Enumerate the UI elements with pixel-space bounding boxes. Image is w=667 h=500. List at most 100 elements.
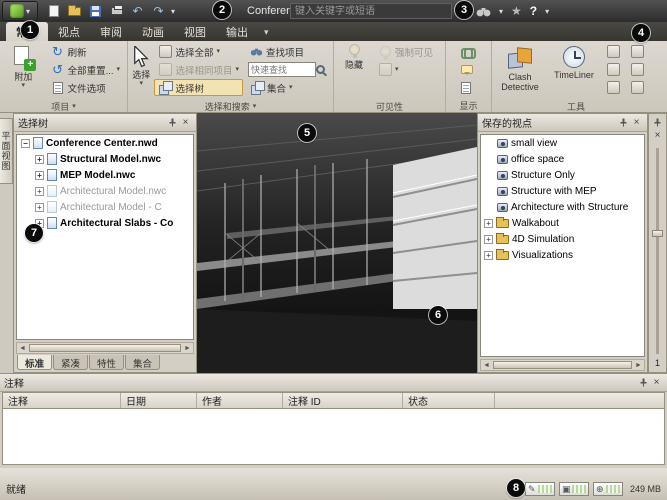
timeliner-button[interactable]: TimeLiner: [548, 43, 600, 98]
clash-detective-button[interactable]: Clash Detective: [495, 43, 545, 98]
column-comment-id[interactable]: 注释 ID: [283, 393, 403, 408]
scroll-left-icon[interactable]: ◄: [17, 345, 28, 352]
quick-properties-button[interactable]: [457, 61, 480, 78]
tab-output[interactable]: 输出: [216, 22, 258, 41]
viewpoint-item[interactable]: Architecture with Structure: [481, 199, 644, 215]
viewpoint-item[interactable]: office space: [481, 151, 644, 167]
hide-unselected-button[interactable]: ▾: [374, 61, 437, 78]
select-same-button[interactable]: 选择相同项目 ▾: [154, 61, 243, 78]
close-icon[interactable]: ×: [651, 129, 664, 142]
expand-icon[interactable]: +: [484, 235, 493, 244]
panel-project-launcher[interactable]: 项目 ▾: [0, 100, 127, 113]
close-icon[interactable]: ×: [179, 116, 192, 129]
favorites-star-icon[interactable]: ★: [511, 4, 522, 18]
expand-icon[interactable]: +: [35, 187, 44, 196]
viewpoint-item[interactable]: small view: [481, 135, 644, 151]
panel-tools-launcher[interactable]: 工具: [492, 100, 660, 113]
pin-icon[interactable]: [637, 376, 650, 389]
tree-item[interactable]: + MEP Model.nwc: [17, 167, 193, 183]
tab-sets[interactable]: 集合: [125, 355, 160, 370]
quick-find-input[interactable]: [248, 62, 316, 77]
open-button[interactable]: [66, 3, 83, 20]
search-options-caret-icon[interactable]: ▾: [499, 7, 503, 16]
plan-view-tab[interactable]: 平面视图: [0, 118, 13, 184]
links-button[interactable]: [457, 43, 480, 60]
pin-icon[interactable]: [617, 116, 630, 129]
column-comment[interactable]: 注释: [3, 393, 121, 408]
scroll-left-icon[interactable]: ◄: [481, 362, 492, 369]
tab-animation[interactable]: 动画: [132, 22, 174, 41]
tools-small-button-1[interactable]: [603, 43, 624, 60]
viewport[interactable]: [197, 113, 477, 373]
viewpoint-item[interactable]: Structure with MEP: [481, 183, 644, 199]
scroll-right-icon[interactable]: ►: [633, 362, 644, 369]
expand-icon[interactable]: +: [35, 171, 44, 180]
sets-button[interactable]: 集合 ▾: [246, 79, 330, 96]
scroll-thumb[interactable]: [29, 344, 181, 352]
redo-button[interactable]: ↷: [150, 3, 167, 20]
selection-tree-button[interactable]: 选择树: [154, 79, 243, 96]
tools-small-button-2[interactable]: [603, 61, 624, 78]
tree-item[interactable]: + Architectural Model - C: [17, 199, 193, 215]
application-menu-button[interactable]: ▾: [2, 1, 38, 21]
tools-small-button-5[interactable]: [627, 61, 648, 78]
properties-button[interactable]: [457, 79, 480, 96]
qat-customize-caret-icon[interactable]: ▾: [171, 7, 175, 16]
expand-icon[interactable]: +: [484, 219, 493, 228]
tilt-slider[interactable]: [656, 148, 659, 354]
refresh-button[interactable]: ↻ 刷新: [47, 43, 124, 60]
close-icon[interactable]: ×: [650, 376, 663, 389]
panel-display-launcher[interactable]: 显示: [446, 99, 491, 112]
close-icon[interactable]: ×: [630, 116, 643, 129]
help-button[interactable]: ?: [530, 4, 537, 18]
find-items-button[interactable]: 查找项目: [246, 43, 330, 60]
infocenter-search-input[interactable]: [290, 3, 452, 19]
select-all-button[interactable]: 选择全部 ▾: [154, 43, 243, 60]
append-button[interactable]: + 附加 ▾: [3, 43, 44, 98]
viewpoint-folder-item[interactable]: + 4D Simulation: [481, 231, 644, 247]
ribbon-display-caret-icon[interactable]: ▾: [264, 27, 269, 38]
save-button[interactable]: [87, 3, 104, 20]
expand-icon[interactable]: +: [484, 251, 493, 260]
viewpoint-item[interactable]: Structure Only: [481, 167, 644, 183]
viewpoint-folder-item[interactable]: + Visualizations: [481, 247, 644, 263]
horizontal-scrollbar[interactable]: ◄ ►: [16, 342, 194, 354]
scroll-right-icon[interactable]: ►: [182, 345, 193, 352]
tools-small-button-3[interactable]: [603, 79, 624, 96]
undo-button[interactable]: ↶: [129, 3, 146, 20]
tab-properties[interactable]: 特性: [89, 355, 124, 370]
expand-icon[interactable]: +: [35, 155, 44, 164]
viewpoint-folder-item[interactable]: + Walkabout: [481, 215, 644, 231]
tab-compact[interactable]: 紧凑: [53, 355, 88, 370]
scroll-thumb[interactable]: [493, 361, 632, 369]
pin-icon[interactable]: [166, 116, 179, 129]
new-file-button[interactable]: [45, 3, 62, 20]
tab-standard[interactable]: 标准: [17, 355, 52, 370]
print-button[interactable]: [108, 3, 125, 20]
search-binoculars-button[interactable]: [476, 6, 491, 17]
tilt-slider-thumb[interactable]: [652, 230, 663, 237]
tools-small-button-4[interactable]: [627, 43, 648, 60]
panel-select-search-launcher[interactable]: 选择和搜索 ▾: [128, 100, 333, 113]
help-caret-icon[interactable]: ▾: [545, 7, 549, 16]
column-status[interactable]: 状态: [403, 393, 495, 408]
hide-button[interactable]: 隐藏: [337, 43, 371, 98]
tab-view[interactable]: 视图: [174, 22, 216, 41]
comments-table-body[interactable]: [2, 408, 665, 465]
tab-viewpoint[interactable]: 视点: [48, 22, 90, 41]
column-date[interactable]: 日期: [121, 393, 197, 408]
collapse-icon[interactable]: −: [21, 139, 30, 148]
reset-all-button[interactable]: ↺ 全部重置... ▾: [47, 61, 124, 78]
tree-item[interactable]: + Architectural Model.nwc: [17, 183, 193, 199]
tools-small-button-6[interactable]: [627, 79, 648, 96]
expand-icon[interactable]: +: [35, 203, 44, 212]
column-author[interactable]: 作者: [197, 393, 283, 408]
horizontal-scrollbar[interactable]: ◄ ►: [480, 359, 645, 371]
tree-item[interactable]: − Conference Center.nwd: [17, 135, 193, 151]
tree-item[interactable]: + Architectural Slabs - Co: [17, 215, 193, 231]
panel-visibility-launcher[interactable]: 可见性: [334, 100, 445, 113]
tree-item[interactable]: + Structural Model.nwc: [17, 151, 193, 167]
file-options-button[interactable]: 文件选项: [47, 79, 124, 96]
pin-icon[interactable]: [651, 116, 664, 129]
select-button[interactable]: 选择 ▾: [131, 43, 151, 98]
